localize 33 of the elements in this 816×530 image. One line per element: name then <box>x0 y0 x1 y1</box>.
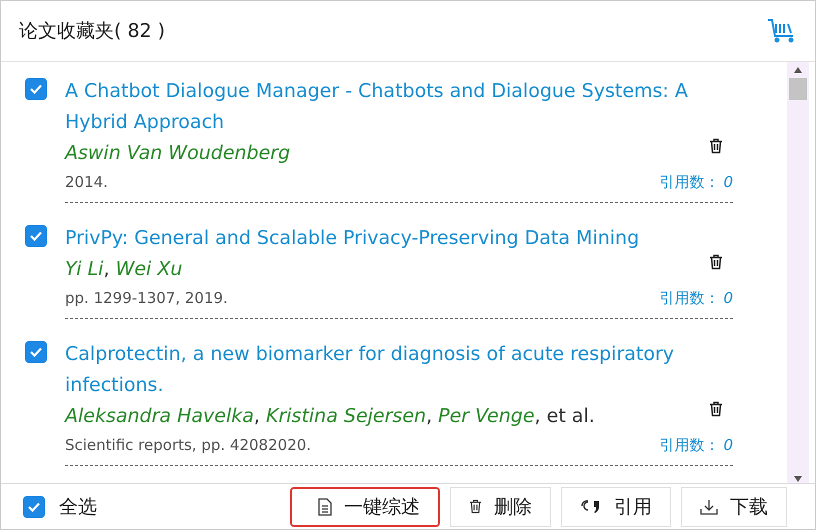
paper-source: 2014. <box>65 172 108 193</box>
author-list: Aleksandra Havelka, Kristina Sejersen, Per Venge, et al. <box>65 401 595 431</box>
select-all-checkbox[interactable] <box>23 496 45 518</box>
delete-button[interactable]: 删除 <box>450 486 551 526</box>
citation-count: 引用数： 0 <box>659 288 733 309</box>
checkbox[interactable] <box>25 78 47 100</box>
download-icon <box>700 498 718 514</box>
panel-title: 论文收藏夹( 82 ) <box>19 19 166 44</box>
paper-title-link[interactable]: A Chatbot Dialogue Manager - Chatbots and Dialogue Systems: A Hybrid Approach <box>65 76 733 138</box>
cite-button[interactable]: 引用 <box>561 486 671 526</box>
checkbox[interactable] <box>25 225 47 247</box>
download-button[interactable]: 下载 <box>681 486 787 526</box>
select-all-label[interactable]: 全选 <box>59 494 97 520</box>
scrollbar-thumb[interactable] <box>789 78 807 100</box>
paper-title-link[interactable]: Calprotectin, a new biomarker for diagnosis of acute respiratory infections. <box>65 339 733 401</box>
paper-source: Scientific reports, pp. 42082020. <box>65 435 312 456</box>
author-list: Aswin Van Woudenberg <box>65 138 290 168</box>
paper-source: pp. 1299-1307, 2019. <box>65 288 228 309</box>
paper-title-link[interactable]: PrivPy: General and Scalable Privacy-Preserving Data Mining <box>65 223 733 254</box>
scroll-up-icon[interactable] <box>793 66 803 74</box>
review-button[interactable]: 一键综述 <box>290 486 440 526</box>
trash-icon[interactable] <box>709 138 723 154</box>
quote-icon <box>580 498 602 514</box>
scroll-down-icon[interactable] <box>793 475 803 483</box>
citation-count: 引用数： 0 <box>659 435 733 456</box>
trash-icon[interactable] <box>709 401 723 417</box>
document-icon <box>318 498 332 516</box>
trash-icon <box>469 499 482 514</box>
citation-count: 引用数： 0 <box>659 172 733 193</box>
scrollbar-track[interactable] <box>787 62 809 483</box>
author-list: Yi Li, Wei Xu <box>65 254 182 284</box>
trash-icon[interactable] <box>709 254 723 270</box>
checkbox[interactable] <box>25 341 47 363</box>
